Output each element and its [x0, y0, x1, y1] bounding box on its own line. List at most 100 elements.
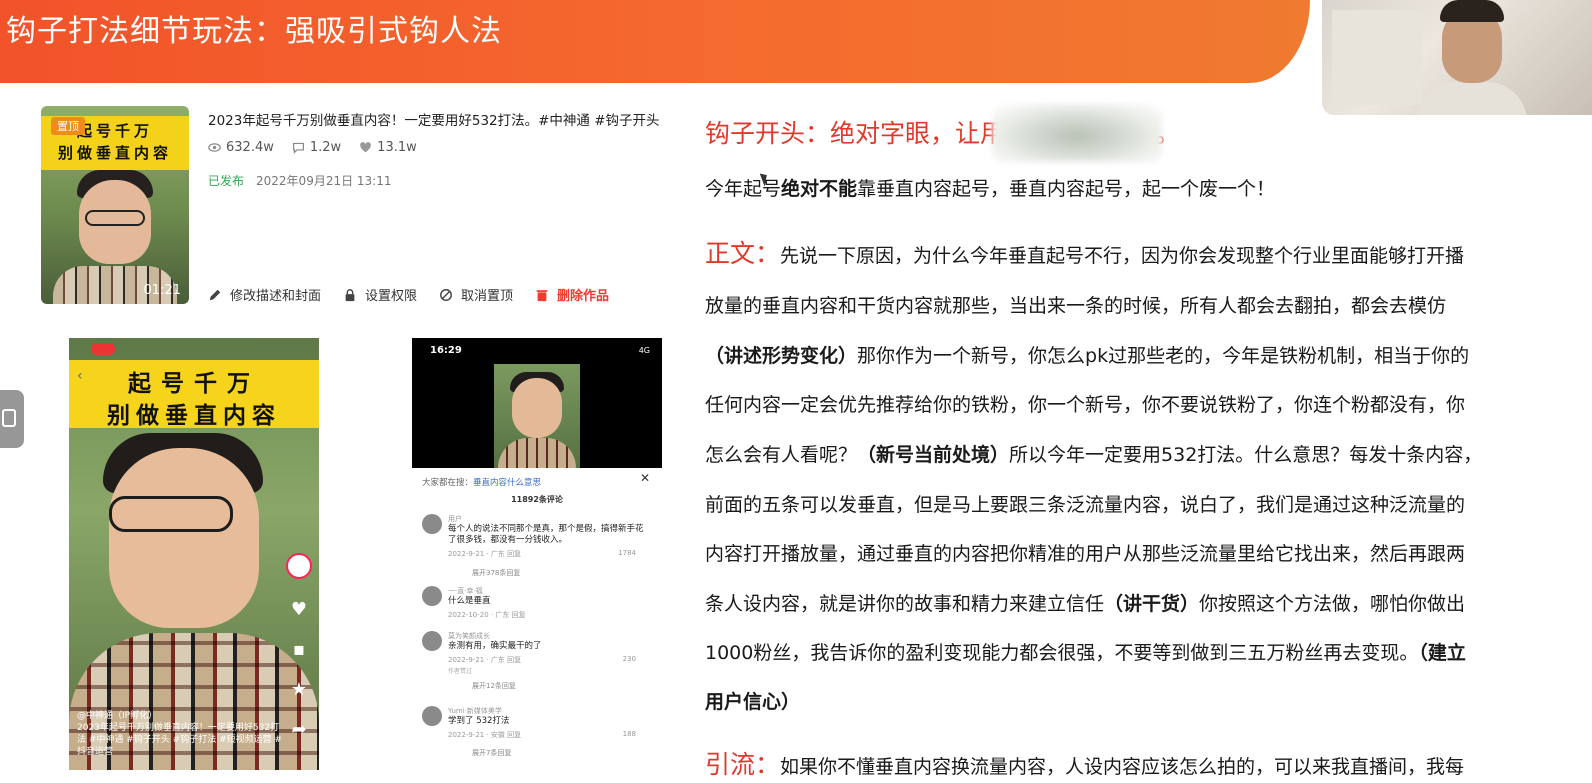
avatar[interactable] [422, 514, 442, 534]
unpin-button[interactable]: 取消置顶 [439, 285, 513, 304]
author-avatar[interactable] [286, 553, 312, 579]
avatar[interactable] [422, 706, 442, 726]
avatar[interactable] [422, 631, 442, 651]
expand-replies[interactable]: 展开378条回复 [472, 568, 520, 578]
window-icon [2, 409, 16, 427]
expand-replies[interactable]: 展开7条回复 [472, 748, 511, 758]
author-liked-tag: 作者赞过 [448, 668, 473, 675]
eye-icon [208, 143, 221, 152]
post-status-row: 已发布 2022年09月21日 13:11 [208, 172, 392, 189]
thumbnail-line2: 别做垂直内容 [57, 144, 172, 162]
set-permission-button[interactable]: 设置权限 [343, 285, 417, 304]
edit-description-button[interactable]: 修改描述和封面 [208, 285, 321, 304]
pin-badge: 置顶 [51, 117, 85, 135]
body-bold-9: （建立 [1418, 642, 1466, 664]
comment-likes[interactable]: 230 [623, 655, 636, 663]
comment-text: 每个人的说法不同那个是真，那个是假，搞得新手花了很多钱，都没有一分钱收入。 [448, 524, 644, 545]
body-line-3: （讲述形势变化）那你作为一个新号，你怎么pk过那些老的，今年是铁粉机制，相当于你… [705, 341, 1469, 368]
comment-author: 用户 [448, 515, 462, 523]
body-bold-3: （讲述形势变化） [705, 345, 858, 367]
set-permission-label: 设置权限 [365, 289, 418, 304]
presenter-body [1417, 82, 1527, 115]
body-line-10: 用户信心） [705, 691, 801, 713]
presenter-face [109, 448, 259, 628]
body-line-4: 任何内容一定会优先推荐给你的铁粉，你一个新号，你不要说铁粉了，你连个粉都没有，你 [705, 394, 1466, 416]
traffic-text: 如果你不懂垂直内容换流量内容，人设内容应该怎么拍的，可以来我直播间，我每 [780, 756, 1465, 778]
search-term[interactable]: 垂直内容什么意思 [473, 478, 541, 488]
presenter-face [512, 378, 562, 438]
mini-video: 16:29 4G [412, 338, 662, 468]
expand-replies[interactable]: 展开12条回复 [472, 681, 516, 691]
comments-screenshot: 16:29 4G 大家都在搜：垂直内容什么意思 ✕ 11892条评论 用户 每个… [412, 338, 662, 770]
comment-likes[interactable]: 1784 [618, 549, 636, 557]
phone-time: 16:29 [430, 345, 462, 356]
views-count: 632.4w [226, 140, 274, 155]
avatar[interactable] [422, 586, 442, 606]
comment-text: 什么是垂直 [448, 596, 491, 606]
heart-icon[interactable]: ♥ [289, 601, 309, 619]
intro-line: 今年起号绝对不能靠垂直内容起号，垂直内容起号，起一个废一个！ [705, 174, 1275, 201]
comment-meta: 2022-9-21 · 广东 回复 [448, 550, 522, 558]
heart-icon [360, 142, 372, 153]
video-caption: @中神通（IP孵化） 2023年起号千万别做垂直内容！一定要用好532打法 #中… [77, 710, 282, 758]
comment-meta: 2022-9-21 · 安徽 回复 [448, 731, 522, 739]
body-text-1: 先说一下原因，为什么今年垂直起号不行，因为你会发现整个行业里面能够打开播 [780, 245, 1465, 267]
search-suggestion[interactable]: 大家都在搜：垂直内容什么意思 [422, 476, 541, 488]
star-icon[interactable]: ★ [289, 681, 309, 699]
blurred-region [992, 104, 1162, 162]
comment-meta: 2022-10-20 · 广东 回复 [448, 611, 526, 619]
side-toolbar-tab[interactable] [0, 390, 24, 448]
pencil-icon [209, 289, 221, 300]
comment-likes[interactable]: 188 [623, 730, 636, 738]
published-time: 2022年09月21日 13:11 [256, 174, 392, 188]
comment-author: 一·直·幸·福 [448, 587, 483, 595]
traffic-label: 引流： [705, 750, 781, 779]
unpin-icon [440, 288, 452, 301]
body-label: 正文： [705, 239, 781, 268]
edit-description-label: 修改描述和封面 [230, 289, 322, 304]
post-title[interactable]: 2023年起号千万别做垂直内容！一定要用好532打法。#中神通 #钩子开头 [208, 109, 660, 129]
share-icon[interactable]: ➦ [289, 721, 309, 739]
search-prefix: 大家都在搜： [422, 478, 474, 488]
post-actions: 修改描述和封面 设置权限 取消置顶 删除作品 [208, 285, 609, 304]
body-line-5: 怎么会有人看呢？（新号当前处境）所以今年一定要用532打法。什么意思？每发十条内… [705, 440, 1482, 467]
comment-count: 11892条评论 [511, 495, 563, 504]
intro-suffix: 靠垂直内容起号，垂直内容起号，起一个废一个！ [857, 178, 1276, 200]
webcam-background [1332, 10, 1422, 105]
body-line-9: 1000粉丝，我告诉你的盈利变现能力都会很强，不要等到做到三五万粉丝再去变现。（… [705, 638, 1466, 665]
body-bold-5: （新号当前处境） [857, 444, 1010, 466]
record-indicator [91, 343, 115, 355]
comment-icon [292, 142, 304, 154]
body-text-5a: 怎么会有人看呢？ [705, 444, 858, 466]
video-side-actions: ♥ ▪ ★ ➦ [285, 553, 313, 739]
views-stat: 632.4w [208, 140, 274, 155]
slide-title: 钩子打法细节玩法：强吸引式钩人法 [6, 14, 502, 49]
post-stats: 632.4w 1.2w 13.1w [208, 140, 417, 155]
comment-text: 学到了 532打法 [448, 716, 510, 726]
body-bold-8: （讲干货） [1104, 593, 1200, 615]
video-banner-line1: 起号千万 [128, 370, 260, 397]
presenter-glasses [109, 496, 233, 532]
comment-author: Yumi·新媒体美学 [448, 707, 502, 715]
body-line-6: 前面的五条可以发垂直，但是马上要跟三条泛流量内容，说白了，我们是通过这种泛流量的 [705, 494, 1466, 516]
post-thumbnail[interactable]: 起号千万 别做垂直内容 置顶 01:21 [41, 106, 189, 304]
comment-text: 亲测有用，确实最干的了 [448, 641, 542, 651]
lock-icon [345, 288, 355, 301]
webcam-overlay [1322, 0, 1592, 115]
comment-meta: 2022-9-21 · 广东 回复 [448, 656, 522, 664]
caption-user: @中神通（IP孵化） [77, 711, 158, 721]
intro-bold: 绝对不能 [781, 178, 858, 200]
trash-icon [536, 289, 548, 301]
body-text-5b: 所以今年一定要用532打法。什么意思？每发十条内容， [1009, 444, 1483, 466]
likes-count: 13.1w [377, 140, 417, 155]
body-line-7: 内容打开播放量，通过垂直的内容把你精准的用户从那些泛流量里给它找出来，然后再跟两 [705, 543, 1466, 565]
close-icon[interactable]: ✕ [640, 471, 650, 485]
comment-icon[interactable]: ▪ [289, 641, 309, 659]
body-text-9: 1000粉丝，我告诉你的盈利变现能力都会很强，不要等到做到三五万粉丝再去变现。 [705, 642, 1419, 664]
comments-count: 1.2w [309, 140, 342, 155]
delete-post-label: 删除作品 [557, 289, 610, 304]
signal-indicator: 4G [638, 346, 650, 355]
slide-header: 钩子打法细节玩法：强吸引式钩人法 [0, 0, 1310, 83]
body-text-8a: 条人设内容，就是讲你的故事和精力来建立信任 [705, 593, 1105, 615]
delete-post-button[interactable]: 删除作品 [535, 285, 609, 304]
